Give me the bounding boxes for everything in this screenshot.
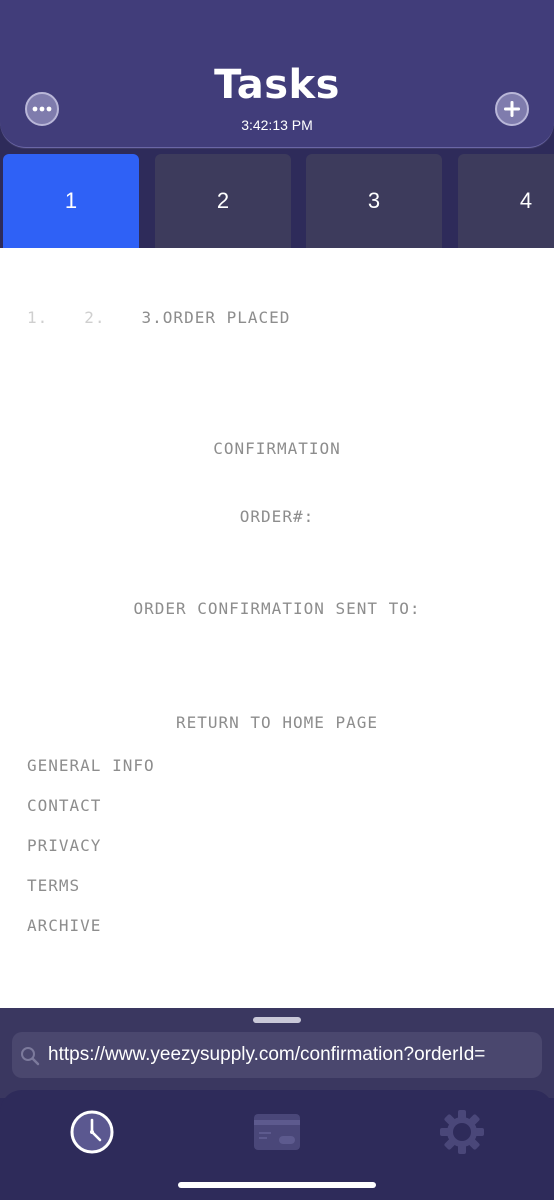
gear-icon xyxy=(440,1110,484,1154)
search-icon xyxy=(21,1047,40,1066)
drag-handle[interactable] xyxy=(253,1017,301,1023)
clock-time: 3:42:13 PM xyxy=(241,117,313,133)
home-indicator xyxy=(178,1182,376,1188)
clock-icon xyxy=(70,1110,114,1154)
order-number-label: ORDER#: xyxy=(239,507,315,526)
footer-link-contact[interactable]: CONTACT xyxy=(27,796,155,815)
footer-link-archive[interactable]: ARCHIVE xyxy=(27,916,155,935)
add-button[interactable] xyxy=(495,92,529,126)
footer-links: GENERAL INFO CONTACT PRIVACY TERMS ARCHI… xyxy=(27,756,155,956)
plus-icon xyxy=(504,101,520,117)
tab-4[interactable]: 4 xyxy=(458,154,554,248)
page-title: Tasks xyxy=(214,62,340,108)
step-3: 3.ORDER PLACED xyxy=(141,308,291,327)
url-input[interactable] xyxy=(48,1040,540,1070)
tabbar-settings[interactable] xyxy=(438,1108,486,1156)
web-view: 1. 2. 3.ORDER PLACED CONFIRMATION ORDER#: … xyxy=(0,248,554,1010)
tab-1[interactable]: 1 xyxy=(3,154,139,248)
tab-2[interactable]: 2 xyxy=(155,154,291,248)
header: Tasks 3:42:13 PM xyxy=(0,0,554,148)
footer-link-privacy[interactable]: PRIVACY xyxy=(27,836,155,855)
task-tabs: 1 2 3 4 xyxy=(0,154,554,248)
confirmation-heading: CONFIRMATION xyxy=(213,439,341,458)
return-home-link[interactable]: RETURN TO HOME PAGE xyxy=(0,713,554,732)
tabbar-tasks[interactable] xyxy=(68,1108,116,1156)
sent-to-label: ORDER CONFIRMATION SENT TO: xyxy=(133,599,421,618)
checkout-steps: 1. 2. 3.ORDER PLACED xyxy=(27,308,314,327)
url-bar xyxy=(12,1032,542,1078)
card-icon xyxy=(254,1114,300,1150)
url-panel xyxy=(0,1008,554,1098)
footer-link-general-info[interactable]: GENERAL INFO xyxy=(27,756,155,775)
app: Tasks 3:42:13 PM 1 2 3 4 1. 2. 3.ORDER PLA… xyxy=(0,0,554,1200)
step-2: 2. xyxy=(84,308,106,327)
tabbar-cards[interactable] xyxy=(253,1108,301,1156)
footer-link-terms[interactable]: TERMS xyxy=(27,876,155,895)
step-1: 1. xyxy=(27,308,49,327)
tab-3[interactable]: 3 xyxy=(306,154,442,248)
